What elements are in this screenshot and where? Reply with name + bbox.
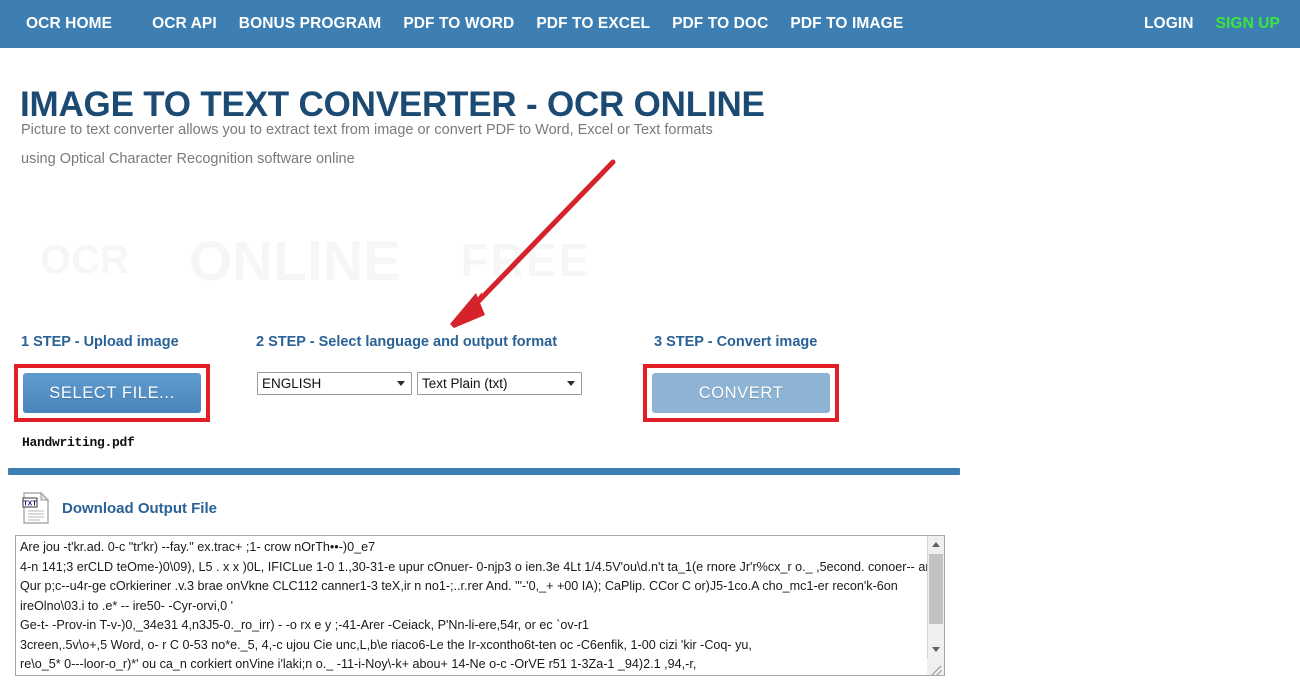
ocr-output-text: Are jou -t'kr.ad. 0-c "tr'kr) --fay." ex… — [20, 538, 928, 675]
output-line: Ge-t- -Prov-in T-v-)0,_34e31 4,n3J5-0._r… — [20, 618, 590, 632]
convert-highlight-box: CONVERT — [643, 364, 839, 422]
scroll-down-button[interactable] — [928, 641, 944, 658]
red-pointer-arrow — [450, 159, 616, 328]
select-file-highlight-box: SELECT FILE... — [14, 364, 210, 422]
chevron-up-icon — [932, 542, 940, 547]
nav-bonus-program[interactable]: BONUS PROGRAM — [239, 15, 382, 33]
output-line: Are jou -t'kr.ad. 0-c "tr'kr) --fay." ex… — [20, 540, 376, 554]
subtitle-line-2: using Optical Character Recognition soft… — [21, 151, 355, 167]
watermark-text-2: ONLINE — [189, 228, 401, 293]
signup-link[interactable]: SIGN UP — [1216, 15, 1280, 33]
page-subtitle: Picture to text converter allows you to … — [21, 116, 821, 174]
output-format-select[interactable]: Text Plain (txt) — [417, 372, 582, 395]
ocr-output-textarea[interactable]: Are jou -t'kr.ad. 0-c "tr'kr) --fay." ex… — [15, 535, 945, 676]
step-2-label: 2 STEP - Select language and output form… — [256, 334, 558, 350]
output-scrollbar[interactable] — [927, 536, 944, 675]
chevron-down-icon — [932, 647, 940, 652]
watermark-text-1: OCR — [40, 238, 129, 283]
scroll-up-button[interactable] — [928, 536, 944, 553]
download-output-file-link[interactable]: Download Output File — [62, 500, 217, 517]
step-1-label: 1 STEP - Upload image — [21, 334, 179, 350]
textarea-resize-handle[interactable] — [927, 658, 944, 675]
subtitle-line-1: Picture to text converter allows you to … — [21, 122, 713, 138]
watermark-text-3: FREE — [460, 233, 591, 287]
output-line: 4-n 141;3 erCLD teOme-)0\09), L5 . x x )… — [20, 559, 928, 574]
nav-pdf-to-excel[interactable]: PDF TO EXCEL — [536, 15, 650, 33]
step-3-label: 3 STEP - Convert image — [654, 334, 818, 350]
output-line: Qur p;c--u4r-ge cOrkieriner .v.3 brae on… — [20, 579, 898, 593]
nav-ocr-home[interactable]: OCR HOME — [26, 15, 112, 33]
download-row: TXT Download Output File — [22, 492, 217, 524]
txt-file-icon: TXT — [22, 492, 50, 524]
nav-pdf-to-doc[interactable]: PDF TO DOC — [672, 15, 768, 33]
nav-right-group: LOGIN SIGN UP — [1144, 15, 1300, 33]
output-line: re\o_5* 0---loor-o_r)*' ou ca_n corkiert… — [20, 657, 697, 671]
page-root: OCR HOME OCR API BONUS PROGRAM PDF TO WO… — [0, 0, 1300, 694]
language-select[interactable]: ENGLISH — [257, 372, 412, 395]
svg-text:TXT: TXT — [23, 500, 37, 507]
nav-pdf-to-word[interactable]: PDF TO WORD — [403, 15, 514, 33]
background-watermark: OCR ONLINE FREE — [40, 205, 990, 315]
scrollbar-thumb[interactable] — [929, 554, 943, 624]
output-line: ireOlno\03.i to .e* -- ire50- -Cyr-orvi,… — [20, 598, 234, 613]
login-link[interactable]: LOGIN — [1144, 15, 1194, 33]
output-line: 3creen,.5v\o+,5 Word, o- r C 0-53 no*e._… — [20, 637, 752, 652]
nav-left-group: OCR HOME OCR API BONUS PROGRAM PDF TO WO… — [0, 15, 925, 33]
nav-pdf-to-image[interactable]: PDF TO IMAGE — [790, 15, 903, 33]
top-navigation-bar: OCR HOME OCR API BONUS PROGRAM PDF TO WO… — [0, 0, 1300, 48]
select-file-button[interactable]: SELECT FILE... — [22, 372, 202, 414]
uploaded-filename-label: Handwriting.pdf — [22, 435, 135, 450]
convert-button[interactable]: CONVERT — [651, 372, 831, 414]
section-divider — [8, 468, 960, 475]
nav-ocr-api[interactable]: OCR API — [152, 15, 217, 33]
